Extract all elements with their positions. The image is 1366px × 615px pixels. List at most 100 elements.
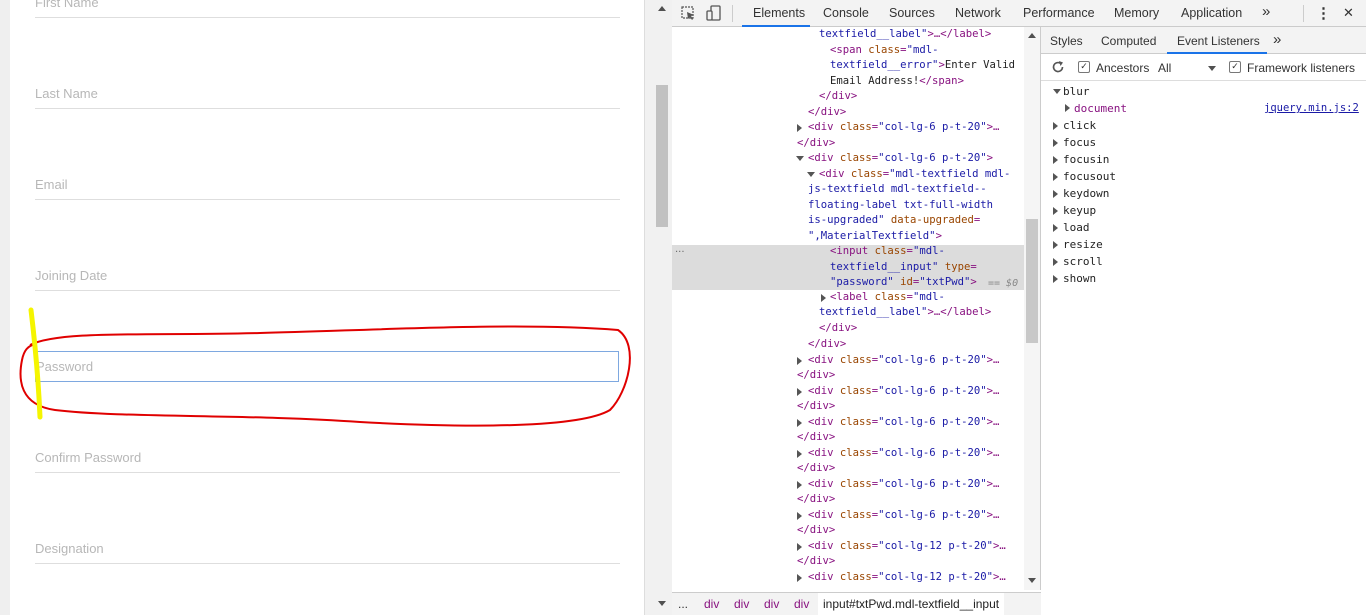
breadcrumb-current[interactable]: input#txtPwd.mdl-textfield__input	[818, 593, 1005, 615]
tab-console[interactable]: Console	[823, 6, 869, 20]
elements-scrollbar-thumb[interactable]	[1026, 219, 1038, 343]
dom-line[interactable]: <div class="col-lg-6 p-t-20">…	[808, 477, 999, 493]
expand-arrow-icon[interactable]	[1053, 241, 1058, 249]
expand-arrow-icon[interactable]	[1053, 122, 1058, 130]
breadcrumb-item[interactable]: div	[764, 597, 779, 611]
dom-line[interactable]: </div>	[819, 321, 857, 337]
device-toolbar-icon[interactable]	[706, 5, 722, 21]
breadcrumb-item[interactable]: div	[704, 597, 719, 611]
event-keydown[interactable]: keydown	[1063, 187, 1109, 200]
tab-event-listeners[interactable]: Event Listeners	[1177, 34, 1260, 48]
dom-line[interactable]: floating-label txt-full-width	[808, 198, 993, 214]
event-keyup[interactable]: keyup	[1063, 204, 1096, 217]
expand-arrow-icon[interactable]	[797, 574, 802, 582]
event-shown[interactable]: shown	[1063, 272, 1096, 285]
expand-arrow-icon[interactable]	[821, 294, 826, 302]
menu-kebab-icon[interactable]: ⋮	[1316, 4, 1331, 22]
dom-line[interactable]: </div>	[797, 399, 835, 415]
dom-line[interactable]: </div>	[797, 461, 835, 477]
dom-line[interactable]: <div class="col-lg-6 p-t-20">…	[808, 120, 999, 136]
tab-sources[interactable]: Sources	[889, 6, 935, 20]
event-focusout[interactable]: focusout	[1063, 170, 1116, 183]
framework-listeners-checkbox[interactable]: ✓	[1229, 61, 1241, 73]
dom-line[interactable]: is-upgraded" data-upgraded=	[808, 213, 980, 229]
expand-arrow-icon[interactable]	[1053, 258, 1058, 266]
expand-arrow-icon[interactable]	[1053, 275, 1058, 283]
dom-line[interactable]: </div>	[797, 136, 835, 152]
listener-source-link[interactable]: jquery.min.js:2	[1264, 102, 1359, 114]
expand-arrow-icon[interactable]	[1053, 173, 1058, 181]
expand-arrow-icon[interactable]	[1065, 104, 1070, 112]
expand-arrow-icon[interactable]	[797, 419, 802, 427]
dom-line[interactable]: <div class="col-lg-12 p-t-20">…	[808, 570, 1006, 586]
expand-arrow-icon[interactable]	[1053, 139, 1058, 147]
dom-line[interactable]: </div>	[797, 523, 835, 539]
ancestors-checkbox[interactable]: ✓	[1078, 61, 1090, 73]
collapse-arrow-icon[interactable]	[1053, 89, 1061, 94]
page-scrollbar-thumb[interactable]	[656, 85, 668, 227]
dom-line[interactable]: </div>	[797, 368, 835, 384]
event-scroll[interactable]: scroll	[1063, 255, 1103, 268]
dom-line[interactable]: js-textfield mdl-textfield--	[808, 182, 987, 198]
dom-line[interactable]: <div class="col-lg-6 p-t-20">	[808, 151, 993, 167]
listener-target[interactable]: document	[1074, 102, 1127, 115]
dom-line[interactable]: <label class="mdl-	[830, 290, 945, 306]
dom-line[interactable]: </div>	[797, 492, 835, 508]
collapse-arrow-icon[interactable]	[796, 156, 804, 161]
event-resize[interactable]: resize	[1063, 238, 1103, 251]
scroll-up-arrow-icon[interactable]	[658, 6, 666, 11]
breadcrumb-ellipsis[interactable]: ...	[678, 597, 688, 611]
refresh-icon[interactable]	[1051, 60, 1065, 74]
dom-line[interactable]: textfield__label">…</label>	[819, 27, 991, 43]
expand-arrow-icon[interactable]	[797, 512, 802, 520]
expand-arrow-icon[interactable]	[797, 450, 802, 458]
expand-arrow-icon[interactable]	[797, 481, 802, 489]
expand-arrow-icon[interactable]	[797, 357, 802, 365]
expand-arrow-icon[interactable]	[797, 543, 802, 551]
event-focus[interactable]: focus	[1063, 136, 1096, 149]
dom-line[interactable]: <div class="col-lg-6 p-t-20">…	[808, 446, 999, 462]
chevron-down-icon[interactable]	[1208, 66, 1216, 71]
event-load[interactable]: load	[1063, 221, 1090, 234]
tab-elements[interactable]: Elements	[753, 6, 805, 20]
expand-arrow-icon[interactable]	[797, 388, 802, 396]
dom-line[interactable]: <div class="col-lg-6 p-t-20">…	[808, 384, 999, 400]
dom-line[interactable]: textfield__label">…</label>	[819, 305, 991, 321]
expand-arrow-icon[interactable]	[1053, 224, 1058, 232]
dom-line-selected[interactable]: textfield__input" type=	[830, 260, 977, 276]
node-actions-ellipsis[interactable]: ···	[675, 247, 685, 258]
event-click[interactable]: click	[1063, 119, 1096, 132]
dom-line[interactable]: </div>	[797, 430, 835, 446]
dom-line[interactable]: ",MaterialTextfield">	[808, 229, 942, 245]
dom-line[interactable]: <span class="mdl-	[830, 43, 938, 59]
tab-performance[interactable]: Performance	[1023, 6, 1095, 20]
inspect-element-icon[interactable]	[681, 6, 696, 21]
scroll-down-arrow-icon[interactable]	[658, 601, 666, 606]
more-sidebar-tabs-button[interactable]: »	[1273, 31, 1281, 48]
tab-computed[interactable]: Computed	[1101, 34, 1156, 48]
collapse-arrow-icon[interactable]	[807, 172, 815, 177]
dom-line-selected[interactable]: "password" id="txtPwd">	[830, 275, 977, 291]
dom-line[interactable]: </div>	[808, 105, 846, 121]
expand-arrow-icon[interactable]	[1053, 190, 1058, 198]
listener-filter-select[interactable]: All	[1158, 61, 1171, 75]
more-tabs-button[interactable]: »	[1262, 3, 1270, 20]
close-devtools-icon[interactable]: ✕	[1343, 5, 1354, 21]
dom-line[interactable]: <div class="col-lg-6 p-t-20">…	[808, 353, 999, 369]
dom-line-selected[interactable]: <input class="mdl-	[830, 244, 945, 260]
tab-styles[interactable]: Styles	[1050, 34, 1083, 48]
dom-line[interactable]: </div>	[797, 554, 835, 570]
tab-application[interactable]: Application	[1181, 6, 1242, 20]
tab-memory[interactable]: Memory	[1114, 6, 1159, 20]
dom-line[interactable]: <div class="mdl-textfield mdl-	[819, 167, 1010, 183]
expand-arrow-icon[interactable]	[1053, 207, 1058, 215]
dom-line[interactable]: <div class="col-lg-6 p-t-20">…	[808, 415, 999, 431]
scroll-up-arrow-icon[interactable]	[1028, 33, 1036, 38]
breadcrumb-item[interactable]: div	[734, 597, 749, 611]
scroll-down-arrow-icon[interactable]	[1028, 578, 1036, 583]
expand-arrow-icon[interactable]	[797, 124, 802, 132]
event-focusin[interactable]: focusin	[1063, 153, 1109, 166]
dom-line[interactable]: <div class="col-lg-12 p-t-20">…	[808, 539, 1006, 555]
dom-line[interactable]: </div>	[808, 337, 846, 353]
dom-line[interactable]: Email Address!</span>	[830, 74, 964, 90]
